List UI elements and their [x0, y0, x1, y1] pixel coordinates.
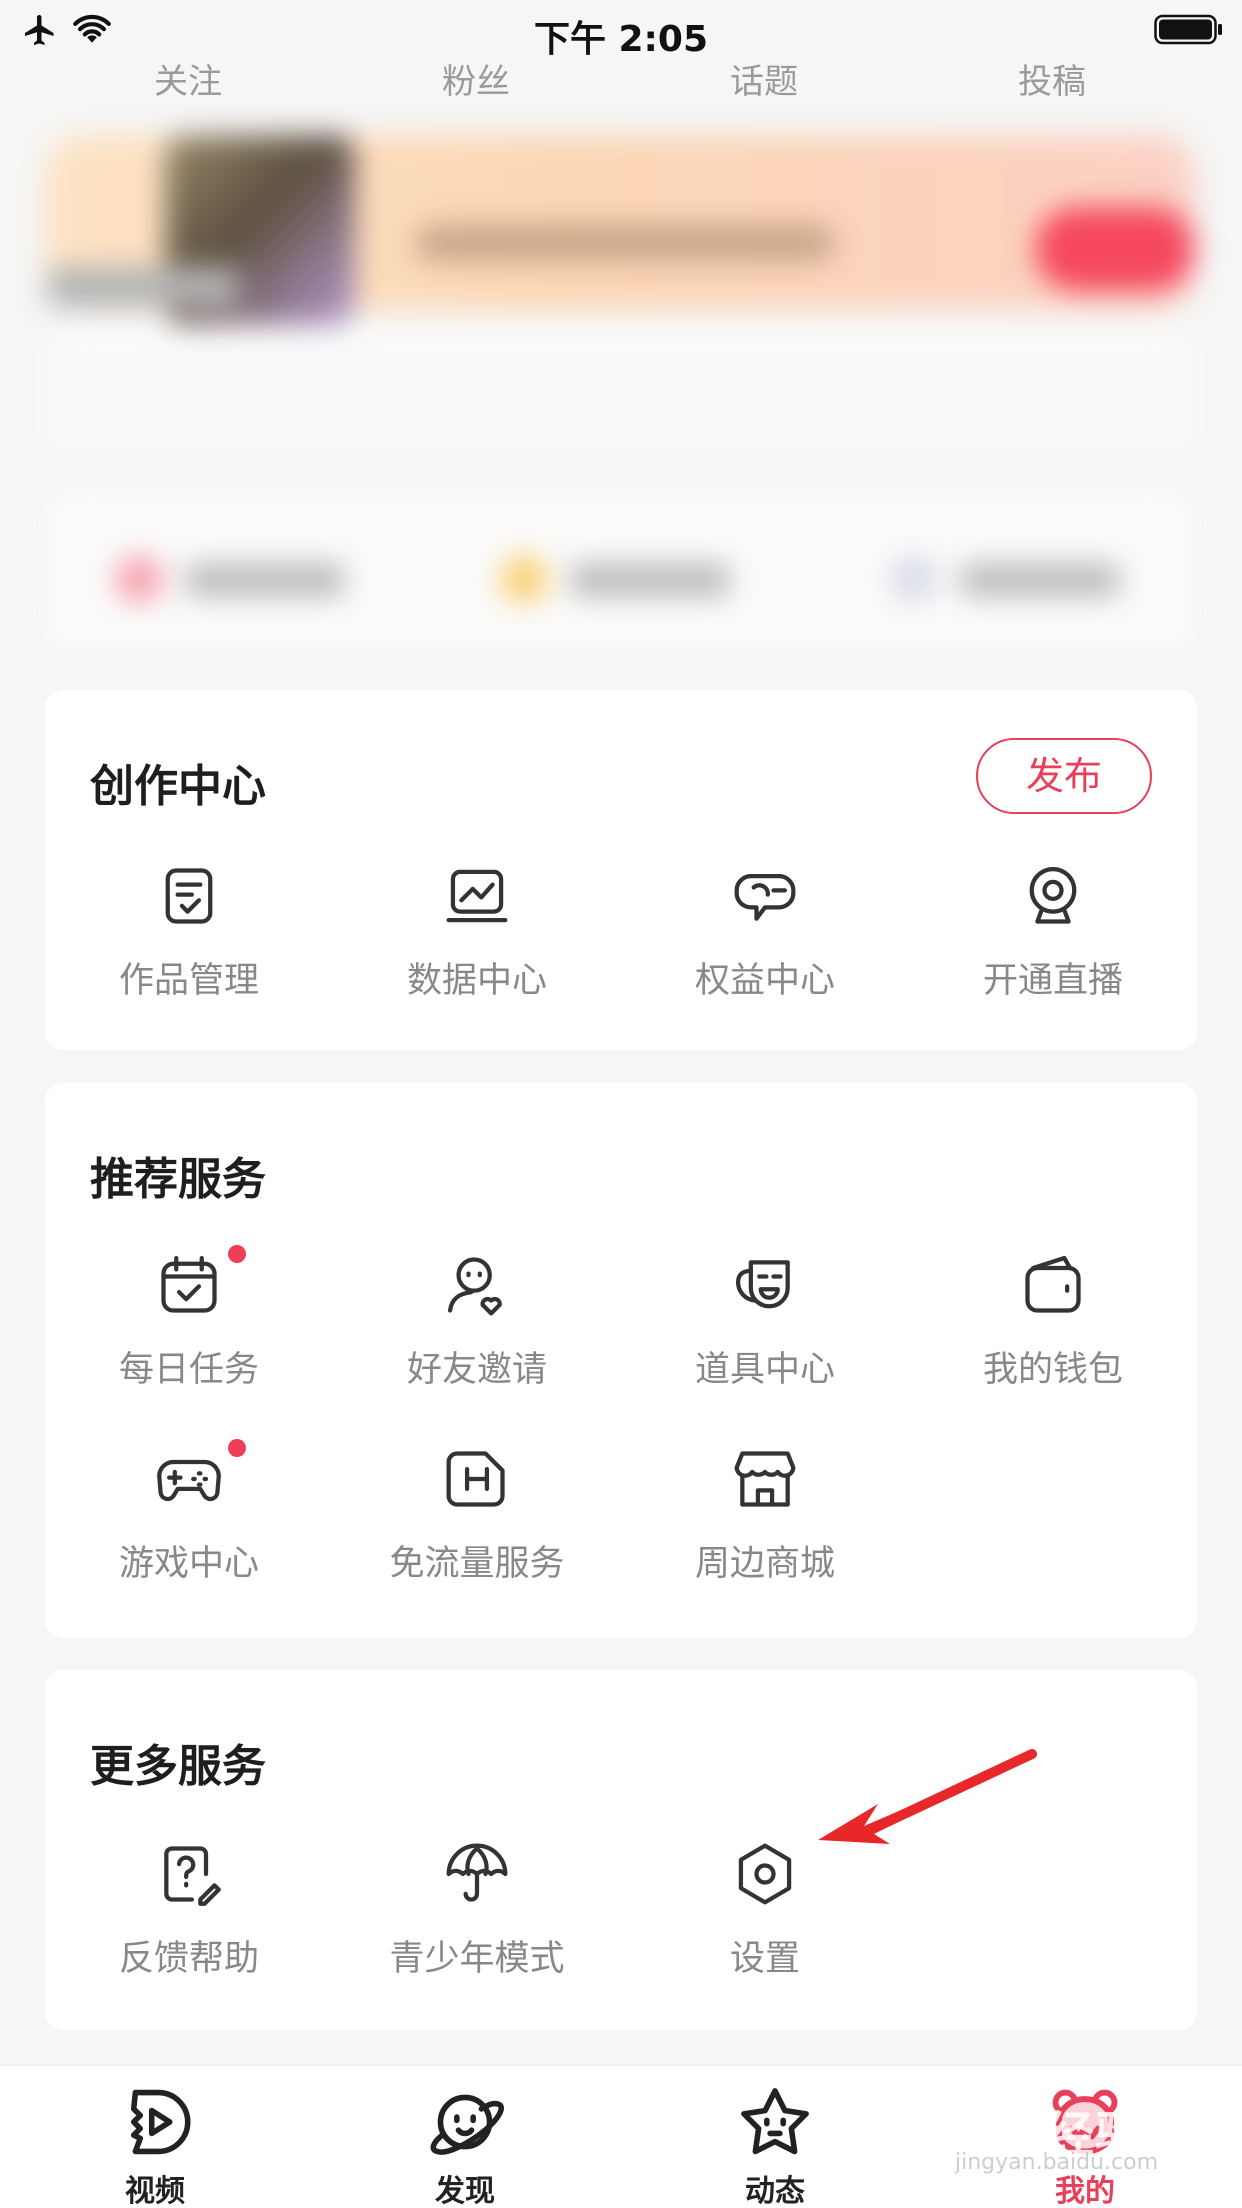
grid-item-rights-center[interactable]: 权益中心 [621, 862, 909, 1012]
gamepad-icon [155, 1445, 223, 1513]
grid-item-start-live[interactable]: 开通直播 [909, 862, 1197, 1012]
planet-icon [425, 2086, 505, 2158]
grid-label: 好友邀请 [406, 1350, 547, 1390]
help-feedback-icon [155, 1840, 223, 1908]
quick-action-3[interactable] [890, 555, 1120, 603]
grid-label: 开通直播 [982, 961, 1123, 1001]
sim-card-icon [443, 1445, 511, 1513]
data-chart-icon [443, 862, 511, 930]
grid-label: 反馈帮助 [118, 1939, 259, 1979]
grid-label: 每日任务 [118, 1350, 259, 1390]
grid-label: 权益中心 [694, 961, 835, 1001]
grid-item-data-center[interactable]: 数据中心 [333, 862, 621, 1012]
shop-icon [731, 1445, 799, 1513]
grid-label: 我的钱包 [982, 1350, 1123, 1390]
star-face-icon [735, 2086, 815, 2158]
grid-item-props-center[interactable]: 道具中心 [621, 1251, 909, 1401]
nav-label: 发现 [435, 2174, 495, 2208]
grid-item-feedback-help[interactable]: 反馈帮助 [45, 1840, 333, 1990]
recommended-services-card: 推荐服务 每日任务 好友邀请 道具中心 我的钱包 游戏中心 免流量服务 周边商城 [45, 1083, 1197, 1638]
grid-label: 作品管理 [118, 961, 259, 1001]
grid-item-merch-store[interactable]: 周边商城 [621, 1445, 909, 1595]
umbrella-icon [443, 1840, 511, 1908]
grid-item-invite-friends[interactable]: 好友邀请 [333, 1251, 621, 1401]
tab-topics[interactable]: 话题 [644, 54, 884, 103]
battery-icon [1154, 14, 1224, 50]
blurred-profile-area [0, 115, 1242, 675]
quick-action-2[interactable] [500, 555, 730, 603]
rights-icon [731, 862, 799, 930]
invite-friend-icon [443, 1251, 511, 1319]
calendar-check-icon [155, 1251, 223, 1319]
quick-action-1[interactable] [115, 555, 345, 603]
grid-label: 道具中心 [694, 1350, 835, 1390]
works-manage-icon [155, 862, 223, 930]
grid-label: 游戏中心 [118, 1544, 259, 1584]
wallet-icon [1019, 1251, 1087, 1319]
creation-center-title: 创作中心 [90, 761, 266, 812]
profile-top-tabs: 关注 粉丝 话题 投稿 [0, 50, 1242, 110]
watermark-url: jingyan.baidu.com [955, 2150, 1159, 2175]
notification-dot [228, 1439, 246, 1457]
mask-icon [731, 1251, 799, 1319]
annotation-arrow [818, 1749, 1037, 1844]
nav-discover[interactable]: 发现 [365, 2086, 565, 2208]
account-row-text [48, 267, 238, 307]
publish-button[interactable]: 发布 [976, 738, 1152, 814]
more-services-title: 更多服务 [90, 1741, 266, 1792]
grid-label: 数据中心 [406, 961, 547, 1001]
grid-item-free-data[interactable]: 免流量服务 [333, 1445, 621, 1595]
banner-text [415, 225, 835, 261]
grid-item-daily-tasks[interactable]: 每日任务 [45, 1245, 333, 1401]
recommended-services-title: 推荐服务 [90, 1154, 266, 1205]
account-row[interactable] [45, 325, 1195, 455]
video-play-icon [115, 2086, 195, 2158]
grid-item-settings[interactable]: 设置 [621, 1840, 909, 1990]
grid-item-works-manage[interactable]: 作品管理 [45, 862, 333, 1012]
grid-item-game-center[interactable]: 游戏中心 [45, 1439, 333, 1595]
nav-video[interactable]: 视频 [55, 2086, 255, 2208]
nav-label: 动态 [745, 2174, 805, 2208]
grid-label: 设置 [729, 1939, 800, 1979]
tab-follow[interactable]: 关注 [68, 54, 308, 103]
nav-activity[interactable]: 动态 [675, 2086, 875, 2208]
nav-label: 视频 [125, 2174, 185, 2208]
grid-label: 青少年模式 [389, 1939, 565, 1979]
grid-label: 周边商城 [694, 1544, 835, 1584]
banner-button[interactable] [1035, 207, 1195, 291]
grid-label: 免流量服务 [389, 1544, 565, 1584]
tab-submissions[interactable]: 投稿 [932, 54, 1172, 103]
creation-center-card: 创作中心 发布 作品管理 数据中心 权益中心 开通直播 [45, 690, 1197, 1050]
notification-dot [228, 1245, 246, 1263]
settings-hexagon-icon [731, 1840, 799, 1908]
grid-item-my-wallet[interactable]: 我的钱包 [909, 1251, 1197, 1401]
tab-fans[interactable]: 粉丝 [356, 54, 596, 103]
live-camera-icon [1019, 862, 1087, 930]
grid-item-teen-mode[interactable]: 青少年模式 [333, 1840, 621, 1990]
